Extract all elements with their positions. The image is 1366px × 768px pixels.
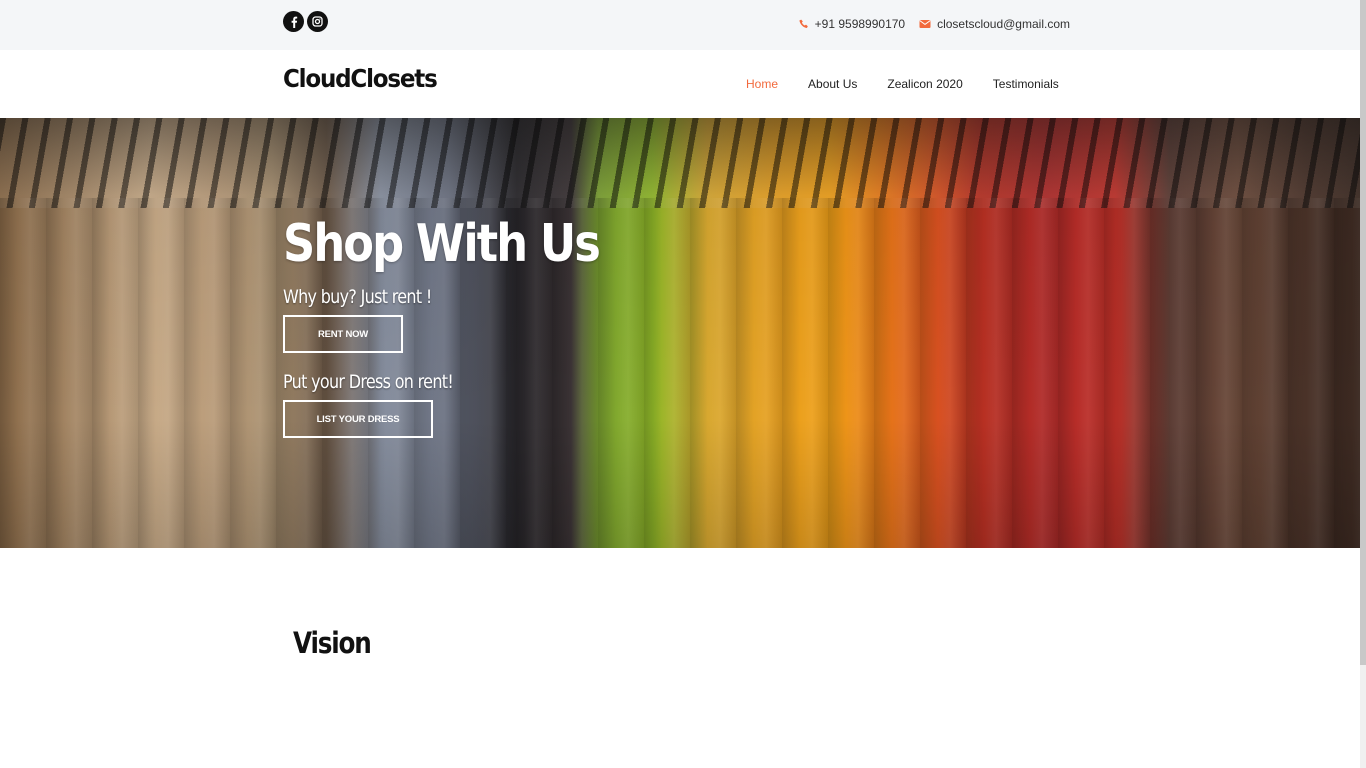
hero-subtitle-list: Put your Dress on rent! (283, 371, 454, 393)
scrollbar-thumb[interactable] (1360, 0, 1366, 665)
brand-logo[interactable]: CloudClosets (283, 64, 438, 93)
email-contact[interactable]: closetscloud@gmail.com (919, 17, 1070, 31)
page-scrollbar[interactable] (1360, 0, 1366, 768)
main-navbar: CloudClosets Home About Us Zealicon 2020… (0, 50, 1360, 118)
nav-item-testimonials[interactable]: Testimonials (978, 77, 1074, 91)
nav-item-zealicon-2020[interactable]: Zealicon 2020 (872, 77, 977, 91)
contact-info: +91 9598990170 closetscloud@gmail.com (799, 17, 1070, 31)
social-links (283, 11, 328, 32)
nav-item-about-us[interactable]: About Us (793, 77, 872, 91)
hero-banner: Shop With Us Why buy? Just rent ! RENT N… (0, 118, 1360, 548)
hero-background-clothes (0, 198, 1360, 548)
phone-contact[interactable]: +91 9598990170 (799, 17, 905, 31)
phone-icon (799, 19, 809, 29)
page: +91 9598990170 closetscloud@gmail.com Cl… (0, 0, 1366, 768)
top-bar: +91 9598990170 closetscloud@gmail.com (0, 0, 1360, 50)
vision-heading: Vision (293, 626, 372, 660)
envelope-icon (919, 19, 931, 29)
hero-title: Shop With Us (283, 214, 601, 274)
nav-menu: Home About Us Zealicon 2020 Testimonials (731, 77, 1074, 91)
hero-background-hangers (0, 118, 1360, 208)
email-address: closetscloud@gmail.com (937, 17, 1070, 31)
list-your-dress-button[interactable]: LIST YOUR DRESS (283, 400, 433, 438)
phone-number: +91 9598990170 (814, 17, 906, 31)
hero-subtitle-rent: Why buy? Just rent ! (283, 286, 432, 308)
instagram-icon[interactable] (307, 11, 328, 32)
rent-now-button[interactable]: RENT NOW (283, 315, 403, 353)
facebook-icon[interactable] (283, 11, 304, 32)
nav-item-home[interactable]: Home (731, 77, 793, 91)
